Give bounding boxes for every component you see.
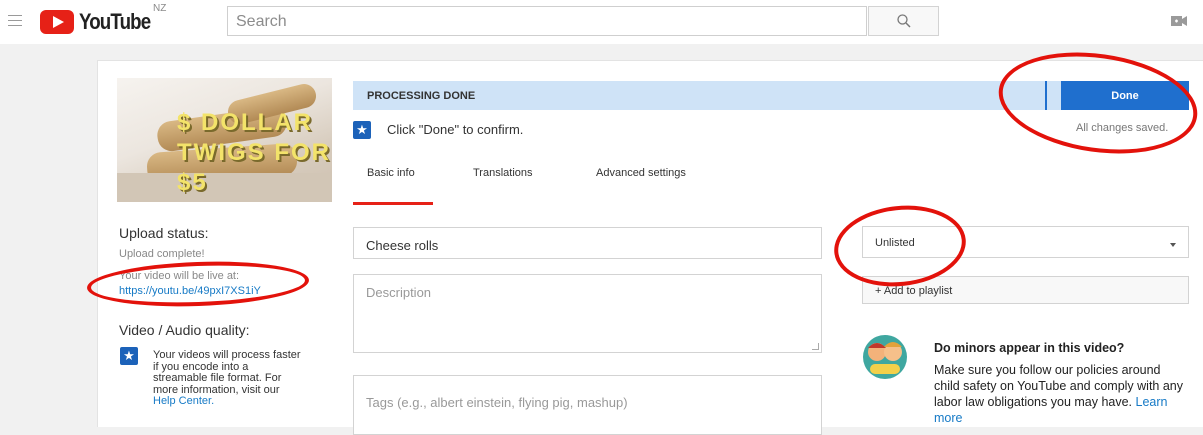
minors-title: Do minors appear in this video? (934, 341, 1125, 355)
masthead: YouTube NZ Search (0, 0, 1203, 44)
youtube-play-icon (40, 10, 74, 34)
tags-placeholder: Tags (e.g., albert einstein, flying pig,… (366, 395, 628, 410)
youtube-logo[interactable]: YouTube (40, 8, 163, 36)
processing-status: PROCESSING DONE (367, 90, 476, 102)
search-placeholder: Search (236, 13, 287, 30)
tags-input[interactable]: Tags (e.g., albert einstein, flying pig,… (353, 375, 822, 435)
quality-title: Video / Audio quality: (119, 322, 250, 338)
thumbnail-caption: $ DOLLAR TWIGS FOR $5 (177, 109, 331, 196)
chevron-down-icon (1170, 243, 1176, 247)
help-center-link[interactable]: Help Center. (153, 395, 214, 407)
upload-status-title: Upload status: (119, 225, 209, 241)
playlist-label: + Add to playlist (875, 285, 953, 297)
confirm-hint: Click "Done" to confirm. (387, 122, 524, 137)
tab-translations[interactable]: Translations (473, 167, 533, 179)
region-code: NZ (153, 3, 167, 14)
children-illustration-icon (863, 335, 907, 379)
search-button[interactable] (868, 6, 939, 36)
description-textarea[interactable]: Description (353, 274, 822, 353)
star-info-icon: ★ (353, 121, 371, 139)
star-info-icon: ★ (120, 347, 138, 365)
menu-icon[interactable] (8, 15, 22, 27)
resize-handle[interactable] (812, 343, 819, 350)
minors-body: Make sure you follow our policies around… (934, 362, 1184, 426)
active-tab-indicator (353, 202, 433, 205)
upload-status-text: Upload complete! (119, 248, 205, 260)
tab-basic-info[interactable]: Basic info (367, 167, 415, 179)
tab-advanced-settings[interactable]: Advanced settings (596, 167, 686, 179)
quality-info-text: Your videos will process faster if you e… (153, 349, 303, 408)
create-video-icon[interactable] (1171, 14, 1187, 28)
search-input[interactable]: Search (227, 6, 867, 36)
search-icon (897, 14, 911, 28)
video-thumbnail[interactable]: $ DOLLAR TWIGS FOR $5 (117, 78, 332, 202)
title-value: Cheese rolls (366, 238, 439, 253)
description-placeholder: Description (366, 285, 432, 300)
quality-description: Your videos will process faster if you e… (153, 349, 301, 396)
title-input[interactable]: Cheese rolls (353, 227, 822, 259)
logo-text: YouTube (79, 9, 151, 34)
